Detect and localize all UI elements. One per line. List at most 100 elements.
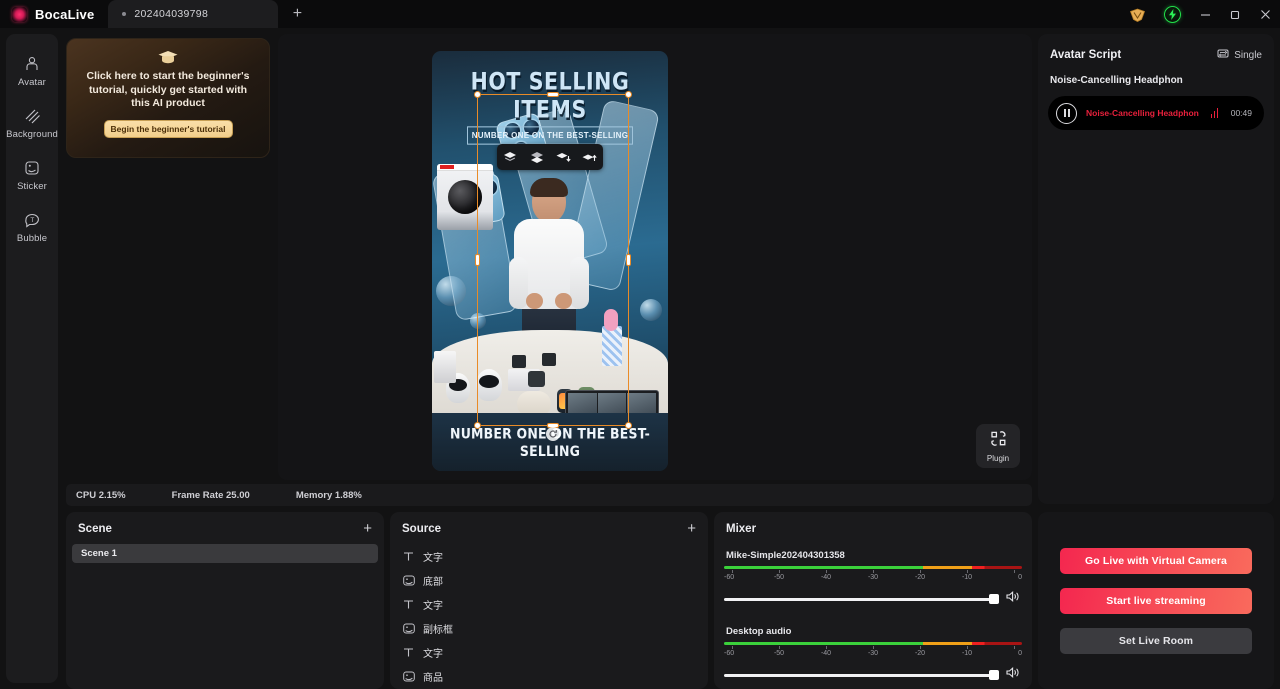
source-panel-title: Source: [402, 523, 441, 535]
minimize-button[interactable]: [1190, 0, 1220, 28]
brand: BocaLive: [0, 7, 108, 28]
rotate-handle-icon[interactable]: [546, 427, 560, 441]
avatar-script-heading: Noise-Cancelling Headphon: [1050, 75, 1183, 86]
decor-sphere: [640, 299, 662, 321]
avatar-script-header: Avatar Script Single: [1038, 34, 1274, 62]
sidebar-item-background-label: Background: [6, 129, 58, 140]
document-tab-label: 202404039798: [134, 8, 209, 20]
volume-slider-row[interactable]: [714, 657, 1032, 684]
sidebar-item-background[interactable]: Background: [6, 98, 58, 150]
script-mode-toggle[interactable]: Single: [1217, 48, 1262, 62]
volume-slider-knob[interactable]: [989, 594, 999, 604]
source-list-item[interactable]: 商品: [390, 664, 708, 688]
sidebar-item-avatar[interactable]: Avatar: [6, 46, 58, 98]
volume-slider[interactable]: [724, 670, 999, 680]
new-tab-button[interactable]: +: [278, 0, 316, 28]
bocalive-logo-icon: [12, 7, 27, 22]
sidebar-item-sticker-label: Sticker: [17, 181, 47, 192]
selection-handle-right[interactable]: [626, 254, 631, 266]
waveform-icon: [1210, 108, 1219, 118]
scene-panel-title: Scene: [78, 523, 112, 535]
tick-label: -20: [914, 650, 926, 657]
sidebar-item-sticker[interactable]: Sticker: [6, 150, 58, 202]
plugin-button-label: Plugin: [986, 453, 1010, 463]
source-list-item-label: 文字: [423, 600, 443, 612]
tick-label: -10: [961, 574, 973, 581]
source-list-item[interactable]: 文字: [390, 544, 708, 568]
plugin-puzzle-icon: [990, 430, 1007, 452]
live-actions-panel: Go Live with Virtual Camera Start live s…: [1038, 512, 1274, 689]
source-list-item-label: 文字: [423, 552, 443, 564]
script-audio-clip[interactable]: Noise-Cancelling Headphon 00:49: [1048, 96, 1264, 130]
selection-frame[interactable]: [474, 91, 632, 441]
selection-handle-tl[interactable]: [474, 91, 481, 98]
begin-tutorial-button[interactable]: Begin the beginner's tutorial: [103, 119, 233, 138]
text-source-icon: [402, 551, 415, 562]
brand-name: BocaLive: [35, 7, 95, 22]
source-list-item[interactable]: 底部: [390, 568, 708, 592]
selection-handle-tr[interactable]: [625, 91, 632, 98]
tick-label: -50: [773, 574, 785, 581]
tick-label: -20: [914, 574, 926, 581]
speaker-icon[interactable]: [1006, 590, 1020, 608]
start-live-streaming-button[interactable]: Start live streaming: [1060, 587, 1252, 614]
volume-slider-row[interactable]: [714, 581, 1032, 608]
title-bar: BocaLive 202404039798 +: [0, 0, 1280, 28]
premium-crown-icon[interactable]: [1128, 5, 1146, 23]
close-button[interactable]: [1250, 0, 1280, 28]
tick-label: -10: [961, 650, 973, 657]
sticker-square-icon: [6, 158, 58, 177]
maximize-button[interactable]: [1220, 0, 1250, 28]
tick-label: -60: [724, 574, 735, 581]
go-live-virtual-camera-button[interactable]: Go Live with Virtual Camera: [1060, 547, 1252, 574]
volume-slider-knob[interactable]: [989, 670, 999, 680]
image-source-icon: [402, 575, 415, 586]
selection-handle-bl[interactable]: [474, 422, 481, 429]
performance-stats-bar: CPU 2.15% Frame Rate 25.00 Memory 1.88%: [66, 484, 1032, 506]
image-source-icon: [402, 623, 415, 634]
scene-list-item[interactable]: Scene 1: [72, 544, 378, 563]
avatar-script-panel: Avatar Script Single Noise-Cancelling He…: [1038, 34, 1274, 504]
mixer-channel-name: Desktop audio: [726, 626, 792, 637]
canvas-stage[interactable]: HOT SELLING ITEMS NUMBER ONE ON THE BEST…: [278, 34, 1032, 480]
set-live-room-button[interactable]: Set Live Room: [1060, 627, 1252, 654]
tick-label: -50: [773, 650, 785, 657]
tick-label: -30: [867, 574, 879, 581]
source-list-item[interactable]: 文字: [390, 640, 708, 664]
left-rail: Avatar Background Sticker T Bubble: [6, 34, 58, 683]
source-panel: Source + 文字 底部 文字 副标框 文字 商品: [390, 512, 708, 689]
sidebar-item-bubble[interactable]: T Bubble: [6, 202, 58, 254]
source-list-item[interactable]: 副标框: [390, 616, 708, 640]
power-bolt-icon[interactable]: [1164, 5, 1181, 23]
volume-slider[interactable]: [724, 594, 999, 604]
level-scale: -60 -50 -40 -30 -20 -10 0: [724, 569, 1022, 581]
live-preview[interactable]: HOT SELLING ITEMS NUMBER ONE ON THE BEST…: [432, 51, 668, 471]
text-source-icon: [402, 647, 415, 658]
selection-handle-left[interactable]: [475, 254, 480, 266]
selection-handle-top[interactable]: [547, 92, 559, 97]
scene-list-item-label: Scene 1: [81, 548, 117, 559]
pause-icon[interactable]: [1056, 102, 1077, 124]
single-mode-icon: [1217, 48, 1229, 62]
add-scene-button[interactable]: +: [363, 521, 372, 536]
unsaved-dot-icon: [122, 12, 127, 16]
stat-frame-rate: Frame Rate 25.00: [171, 489, 250, 501]
tick-label: -30: [867, 650, 879, 657]
tutorial-text: Click here to start the beginner's tutor…: [86, 70, 250, 109]
document-tab[interactable]: 202404039798: [108, 0, 279, 28]
background-stripes-icon: [6, 106, 58, 125]
level-scale: -60 -50 -40 -30 -20 -10 0: [724, 645, 1022, 657]
plugin-button[interactable]: Plugin: [976, 424, 1020, 468]
tick-label: 0: [1018, 574, 1022, 581]
source-list-item-label: 底部: [423, 576, 443, 588]
selection-handle-br[interactable]: [625, 422, 632, 429]
sidebar-item-avatar-label: Avatar: [18, 77, 46, 88]
stat-cpu: CPU 2.15%: [76, 489, 126, 501]
bubble-text-icon: T: [6, 210, 58, 229]
add-source-button[interactable]: +: [687, 521, 696, 536]
image-source-icon: [402, 671, 415, 682]
tutorial-card[interactable]: Click here to start the beginner's tutor…: [66, 38, 270, 158]
speaker-icon[interactable]: [1006, 666, 1020, 684]
source-list-item[interactable]: 文字: [390, 592, 708, 616]
avatar-person-icon: [6, 54, 58, 73]
